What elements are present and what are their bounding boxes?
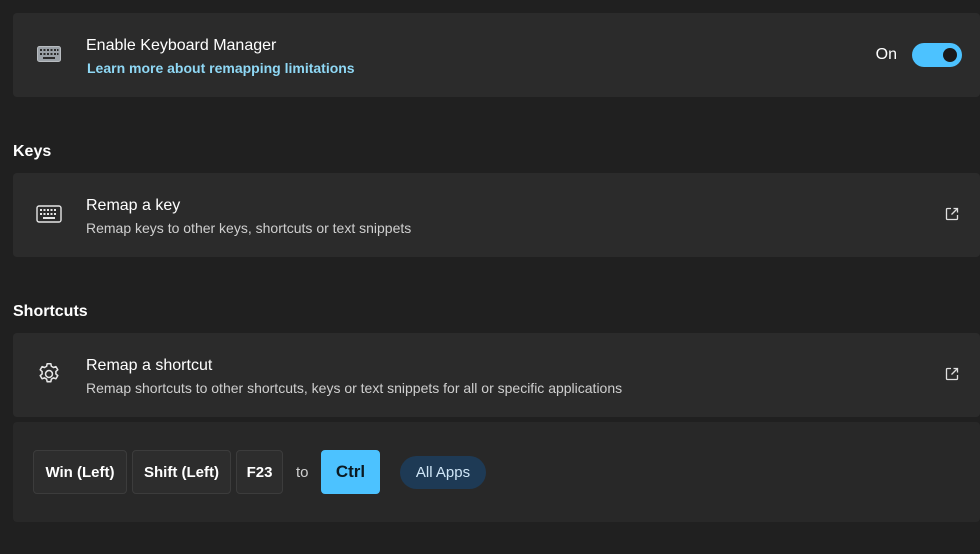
- toggle-state-label: On: [875, 46, 897, 63]
- keyboard-manager-page: Enable Keyboard Manager Learn more about…: [0, 0, 980, 554]
- keyboard-icon: [35, 40, 63, 68]
- keycap-from: F23: [236, 450, 283, 494]
- keycap-to: Ctrl: [321, 450, 380, 494]
- mapping-separator: to: [296, 464, 309, 481]
- remap-shortcut-subtitle: Remap shortcuts to other shortcuts, keys…: [86, 380, 623, 396]
- shortcut-mapping-row: Win (Left) Shift (Left) F23 to Ctrl All …: [13, 422, 980, 522]
- shortcuts-section-title: Shortcuts: [13, 303, 88, 320]
- keys-section-title: Keys: [13, 143, 52, 160]
- remap-shortcut-card[interactable]: Remap a shortcut Remap shortcuts to othe…: [13, 333, 980, 417]
- target-app-pill[interactable]: All Apps: [400, 456, 486, 489]
- keycap-from: Win (Left): [33, 450, 127, 494]
- open-external-icon[interactable]: [944, 366, 962, 384]
- keyboard-icon: [35, 200, 63, 228]
- learn-more-link[interactable]: Learn more about remapping limitations: [87, 60, 355, 76]
- remap-key-subtitle: Remap keys to other keys, shortcuts or t…: [86, 220, 412, 236]
- enable-toggle[interactable]: [912, 43, 962, 67]
- enable-keyboard-manager-card: Enable Keyboard Manager Learn more about…: [13, 13, 980, 97]
- toggle-knob: [943, 48, 957, 62]
- gear-icon: [35, 360, 63, 388]
- remap-key-card[interactable]: Remap a key Remap keys to other keys, sh…: [13, 173, 980, 257]
- remap-key-title: Remap a key: [86, 197, 181, 214]
- open-external-icon[interactable]: [944, 206, 962, 224]
- keycap-from: Shift (Left): [132, 450, 231, 494]
- remap-shortcut-title: Remap a shortcut: [86, 357, 213, 374]
- enable-title: Enable Keyboard Manager: [86, 37, 277, 54]
